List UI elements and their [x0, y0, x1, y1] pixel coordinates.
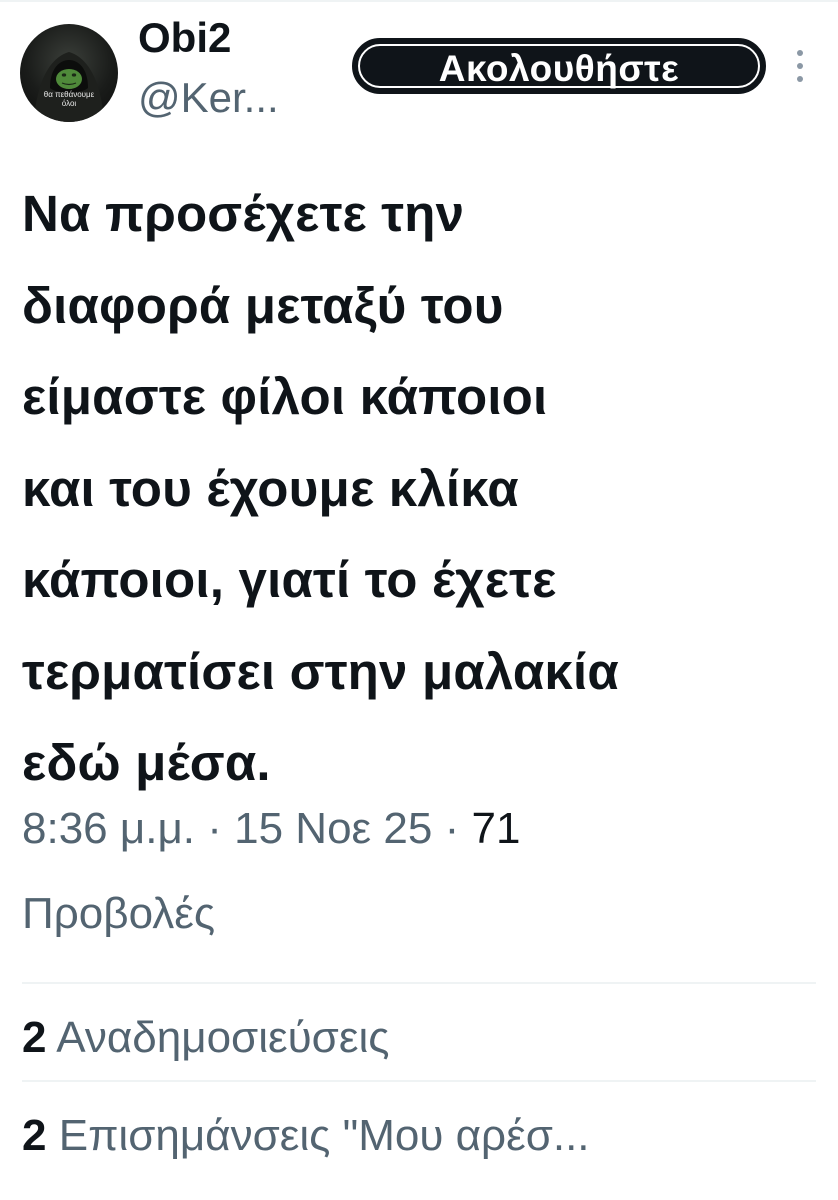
- tweet-text: Να προσέχετε την διαφορά μεταξύ του είμα…: [22, 185, 619, 791]
- follow-button-label: Ακολουθήστε: [438, 48, 680, 89]
- stats-divider: [22, 1080, 816, 1082]
- stats-divider: [22, 982, 816, 984]
- avatar-caption: θα πεθάνουμε όλοι: [43, 90, 95, 108]
- likes-stat[interactable]: 2 Επισημάνσεις "Μου αρέσ...: [22, 1112, 822, 1160]
- views-count: 71: [471, 804, 521, 853]
- likes-count: 2: [22, 1112, 47, 1160]
- meta-separator: ·: [444, 804, 460, 853]
- author-handle[interactable]: @Ker...: [138, 74, 279, 122]
- tweet-date[interactable]: 15 Νοε 25: [234, 804, 432, 853]
- author-display-name[interactable]: Obi2: [138, 14, 231, 62]
- tweet-meta: 8:36 μ.μ. · 15 Νοε 25 · 71: [22, 806, 822, 852]
- reposts-label: Αναδημοσιεύσεις: [56, 1014, 390, 1062]
- views-label: Προβολές: [22, 889, 216, 938]
- more-dot: [797, 50, 803, 56]
- meta-separator: ·: [207, 804, 222, 853]
- reposts-stat[interactable]: 2 Αναδημοσιεύσεις: [22, 1014, 822, 1062]
- more-vertical-icon[interactable]: [792, 46, 808, 86]
- follow-button[interactable]: Ακολουθήστε: [352, 38, 766, 94]
- more-dot: [797, 76, 803, 82]
- top-divider: [0, 0, 838, 2]
- avatar[interactable]: θα πεθάνουμε όλοι: [20, 24, 118, 122]
- tweet-time[interactable]: 8:36 μ.μ.: [22, 804, 195, 853]
- likes-label: Επισημάνσεις "Μου αρέσ...: [58, 1112, 590, 1160]
- reposts-count: 2: [22, 1014, 47, 1062]
- more-dot: [797, 63, 803, 69]
